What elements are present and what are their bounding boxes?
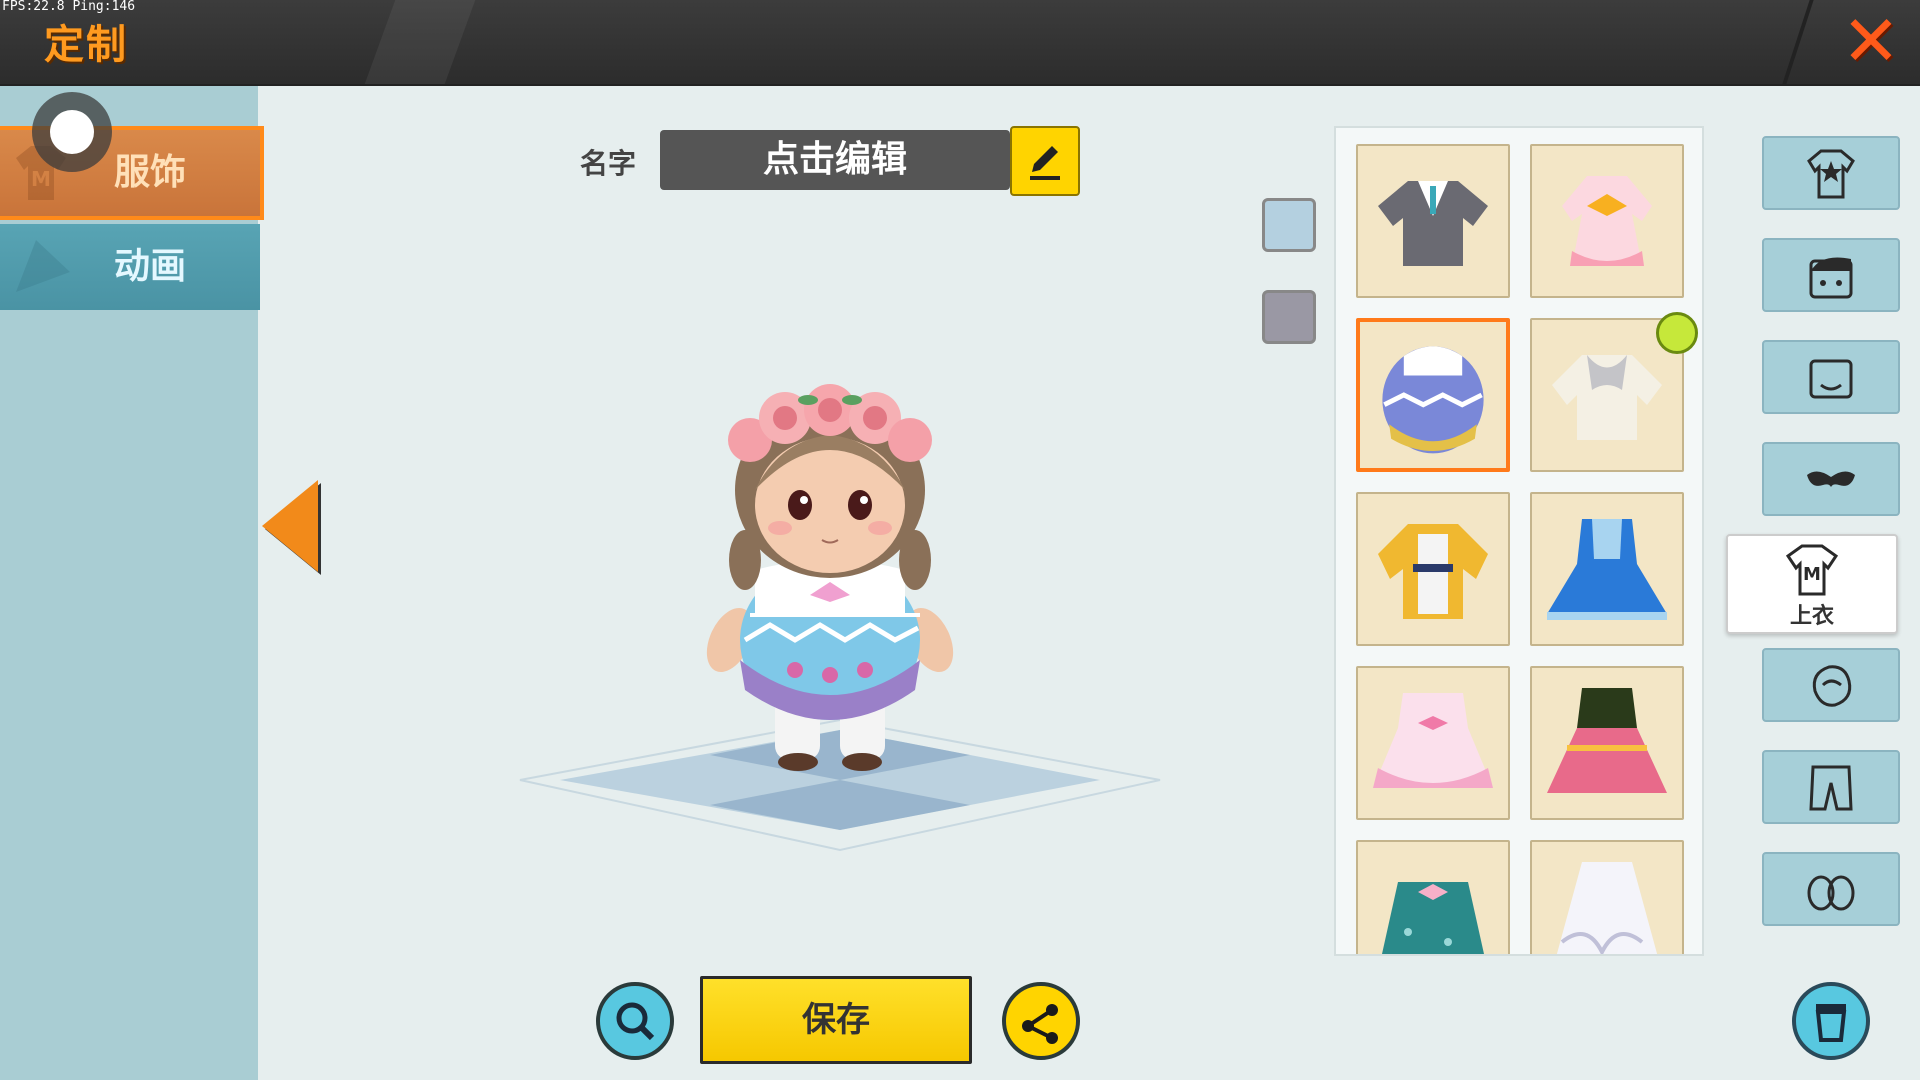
- share-icon: [1022, 1004, 1058, 1044]
- easter-egg-icon: [1382, 346, 1484, 454]
- gray-sweater-icon: [1378, 181, 1488, 266]
- hair-icon: [1809, 257, 1853, 299]
- timed-item-clock-icon: [1656, 312, 1698, 354]
- mask-icon: [1807, 471, 1855, 487]
- category-hand[interactable]: [1762, 648, 1900, 722]
- outfit-item-pink-lolita-dress[interactable]: [1356, 666, 1510, 820]
- outfit-item-pink-bow-top[interactable]: [1530, 144, 1684, 298]
- rotate-left-arrow[interactable]: [262, 480, 318, 572]
- teal-dress-icon: [1382, 882, 1484, 954]
- outfit-item-yellow-jacket[interactable]: [1356, 492, 1510, 646]
- color-swatch-gray[interactable]: [1262, 290, 1316, 344]
- zoom-icon: [616, 1002, 655, 1041]
- outfit-grid: [1334, 126, 1704, 956]
- avatar-character: [706, 384, 954, 771]
- close-icon[interactable]: ✕: [1836, 6, 1906, 76]
- star-shirt-icon: [1807, 149, 1855, 199]
- edit-name-button[interactable]: [1010, 126, 1080, 196]
- zoom-button[interactable]: [596, 982, 674, 1060]
- petal-dress-icon: [1547, 688, 1667, 793]
- share-button[interactable]: [1002, 982, 1080, 1060]
- top-bar: FPS:22.8 Ping:146 定制 ✕: [0, 0, 1920, 86]
- page-title: 定制: [44, 22, 128, 68]
- tab-animation[interactable]: 动画: [0, 224, 260, 310]
- trash-icon: [1815, 1004, 1847, 1042]
- outfit-item-teal-dress[interactable]: [1356, 840, 1510, 954]
- category-shoes[interactable]: [1762, 852, 1900, 926]
- triangle-icon: [16, 240, 70, 292]
- category-outfit[interactable]: [1762, 136, 1900, 210]
- category-face[interactable]: [1762, 340, 1900, 414]
- decor-stripe: [364, 0, 476, 84]
- name-label: 名字: [580, 147, 637, 180]
- outfit-item-gray-sweater[interactable]: [1356, 144, 1510, 298]
- category-top-label: 上衣: [1789, 604, 1834, 629]
- tab-animation-label: 动画: [113, 246, 186, 287]
- pink-lolita-dress-icon: [1373, 693, 1493, 788]
- joystick-indicator[interactable]: [32, 92, 112, 172]
- outfit-item-feather-dress[interactable]: [1530, 840, 1684, 954]
- trash-button[interactable]: [1792, 982, 1870, 1060]
- top-shirt-icon: M: [1785, 544, 1839, 596]
- outfit-item-blue-dress[interactable]: [1530, 492, 1684, 646]
- svg-text:M: M: [31, 167, 51, 191]
- shoes-icon: [1807, 875, 1855, 911]
- pants-icon: [1809, 765, 1853, 811]
- color-swatch-light-blue[interactable]: [1262, 198, 1316, 252]
- category-top-selected[interactable]: M 上衣: [1726, 534, 1898, 634]
- category-hair[interactable]: [1762, 238, 1900, 312]
- yellow-jacket-icon: [1378, 524, 1488, 619]
- outfit-item-easter-egg[interactable]: [1356, 318, 1510, 472]
- pencil-icon: [1030, 146, 1060, 180]
- face-icon: [1809, 359, 1853, 399]
- outfit-item-petal-dress[interactable]: [1530, 666, 1684, 820]
- category-mask[interactable]: [1762, 442, 1900, 516]
- name-input[interactable]: 点击编辑: [660, 130, 1010, 190]
- hand-icon: [1812, 665, 1852, 707]
- save-button[interactable]: 保存: [700, 976, 972, 1064]
- blue-dress-icon: [1547, 519, 1667, 620]
- feather-dress-icon: [1556, 862, 1658, 954]
- category-pants[interactable]: [1762, 750, 1900, 824]
- pink-bow-top-icon: [1562, 176, 1652, 266]
- svg-text:M: M: [1803, 564, 1821, 585]
- decor-divider: [1782, 0, 1814, 84]
